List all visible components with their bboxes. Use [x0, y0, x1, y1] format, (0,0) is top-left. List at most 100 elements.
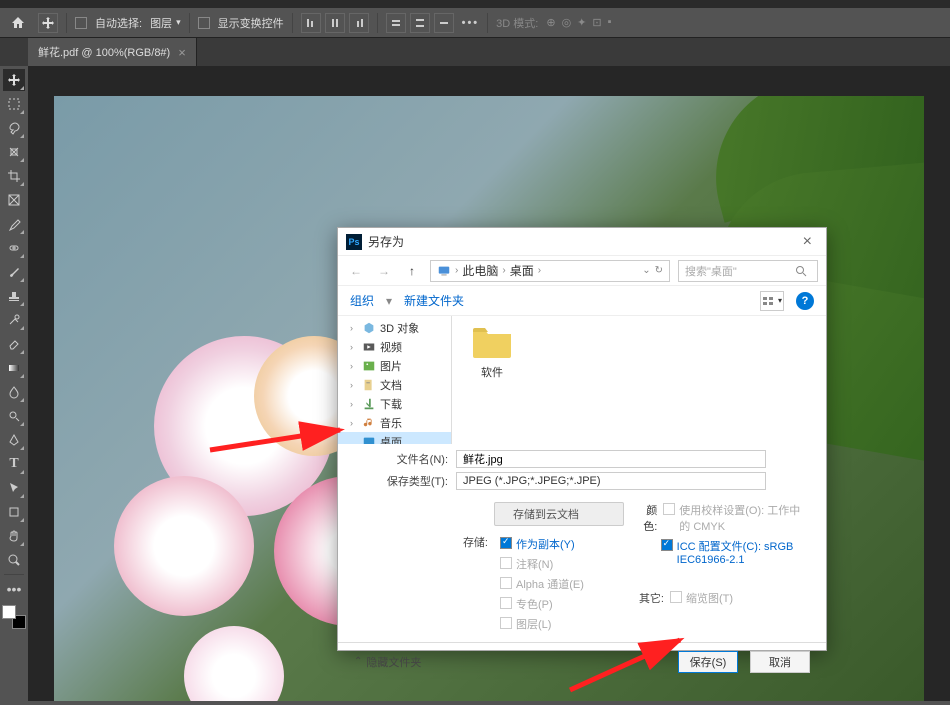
video-icon: [362, 340, 376, 354]
store-label: 存储:: [358, 534, 488, 550]
dialog-save-options: 存储: 存储到云文档 作为副本(Y) 注释(N) Alpha 通道(E) 专色(…: [338, 496, 826, 642]
layers-label: 图层(L): [516, 616, 551, 632]
eyedropper-tool[interactable]: [3, 213, 25, 235]
tree-item[interactable]: ›下载: [338, 394, 451, 413]
eraser-tool[interactable]: [3, 333, 25, 355]
tree-item[interactable]: ›音乐: [338, 413, 451, 432]
edit-toolbar-icon[interactable]: •••: [3, 578, 25, 600]
show-transform-checkbox[interactable]: [198, 17, 210, 29]
distribute-icon[interactable]: [410, 13, 430, 33]
more-options-icon[interactable]: •••: [462, 17, 480, 29]
tree-item[interactable]: 桌面: [338, 432, 451, 444]
as-copy-checkbox[interactable]: [500, 537, 512, 549]
menubar[interactable]: [0, 0, 950, 8]
save-button[interactable]: 保存(S): [678, 651, 738, 673]
cancel-button[interactable]: 取消: [750, 651, 810, 673]
folder-content[interactable]: 软件: [452, 316, 826, 444]
align-icon[interactable]: [301, 13, 321, 33]
hide-folders-button[interactable]: ⌃隐藏文件夹: [354, 654, 421, 670]
up-icon[interactable]: ↑: [402, 261, 422, 281]
forward-icon[interactable]: →: [374, 261, 394, 281]
document-tab[interactable]: 鲜花.pdf @ 100%(RGB/8#) ×: [28, 38, 197, 66]
proof-setup-label: 使用校样设置(O): 工作中的 CMYK: [679, 502, 806, 534]
distribute-icon[interactable]: [386, 13, 406, 33]
gradient-tool[interactable]: [3, 357, 25, 379]
lasso-tool[interactable]: [3, 117, 25, 139]
refresh-icon[interactable]: ↻: [655, 265, 663, 276]
auto-select-checkbox[interactable]: [75, 17, 87, 29]
photoshop-icon: Ps: [346, 234, 362, 250]
zoom-tool[interactable]: [3, 549, 25, 571]
close-icon[interactable]: ×: [797, 233, 818, 251]
breadcrumb-item[interactable]: 此电脑: [462, 262, 498, 279]
icc-profile-checkbox[interactable]: [661, 539, 673, 551]
icc-profile-label: ICC 配置文件(C): sRGB IEC61966-2.1: [677, 538, 806, 566]
align-icon[interactable]: [325, 13, 345, 33]
brush-tool[interactable]: [3, 261, 25, 283]
3d-icon: ◎: [562, 16, 572, 29]
music-icon: [362, 416, 376, 430]
filename-label: 文件名(N):: [358, 451, 448, 467]
folder-item[interactable]: 软件: [460, 324, 524, 380]
show-transform-label: 显示变换控件: [218, 15, 284, 31]
history-brush-tool[interactable]: [3, 309, 25, 331]
hand-tool[interactable]: [3, 525, 25, 547]
view-options-button[interactable]: ▾: [760, 291, 784, 311]
chevron-down-icon: ⌃: [354, 656, 362, 667]
breadcrumb[interactable]: › 此电脑 › 桌面 › ⌄ ↻: [430, 260, 670, 282]
path-selection-tool[interactable]: [3, 477, 25, 499]
tree-item[interactable]: ›图片: [338, 356, 451, 375]
dialog-navigation: ← → ↑ › 此电脑 › 桌面 › ⌄ ↻ 搜索"桌面": [338, 256, 826, 286]
organize-button[interactable]: 组织: [350, 292, 374, 309]
home-icon[interactable]: [6, 11, 30, 35]
foreground-color[interactable]: [2, 605, 16, 619]
back-icon[interactable]: ←: [346, 261, 366, 281]
3d-icon: ⊡: [592, 16, 601, 29]
help-icon[interactable]: ?: [796, 292, 814, 310]
downloads-icon: [362, 397, 376, 411]
auto-select-label: 自动选择:: [95, 15, 142, 31]
tree-item[interactable]: ›视频: [338, 337, 451, 356]
proof-setup-checkbox: [663, 503, 675, 515]
dialog-toolbar: 组织 ▾ 新建文件夹 ▾ ?: [338, 286, 826, 316]
blur-tool[interactable]: [3, 381, 25, 403]
stamp-tool[interactable]: [3, 285, 25, 307]
tree-item[interactable]: ›3D 对象: [338, 318, 451, 337]
cloud-save-button[interactable]: 存储到云文档: [494, 502, 624, 526]
filename-input[interactable]: [456, 450, 766, 468]
selection-tool[interactable]: [3, 141, 25, 163]
shape-tool[interactable]: [3, 501, 25, 523]
marquee-tool[interactable]: [3, 93, 25, 115]
tree-item[interactable]: ›文档: [338, 375, 451, 394]
pen-tool[interactable]: [3, 429, 25, 451]
alpha-checkbox: [500, 577, 512, 589]
type-tool[interactable]: T: [3, 453, 25, 475]
notes-checkbox: [500, 557, 512, 569]
dodge-tool[interactable]: [3, 405, 25, 427]
crop-tool[interactable]: [3, 165, 25, 187]
spot-color-checkbox: [500, 597, 512, 609]
folder-tree[interactable]: ›3D 对象 ›视频 ›图片 ›文档 ›下载 ›音乐 桌面: [338, 316, 452, 444]
new-folder-button[interactable]: 新建文件夹: [404, 292, 464, 309]
auto-select-dropdown[interactable]: 图层 ▾: [150, 15, 181, 31]
close-icon[interactable]: ×: [178, 45, 186, 60]
dialog-titlebar[interactable]: Ps 另存为 ×: [338, 228, 826, 256]
computer-icon: [437, 264, 451, 278]
document-tab-title: 鲜花.pdf @ 100%(RGB/8#): [38, 44, 170, 60]
search-input[interactable]: 搜索"桌面": [678, 260, 818, 282]
color-label: 颜色:: [636, 502, 657, 534]
3d-objects-icon: [362, 321, 376, 335]
frame-tool[interactable]: [3, 189, 25, 211]
chevron-down-icon[interactable]: ⌄: [642, 265, 650, 276]
foreground-background-colors[interactable]: [2, 605, 26, 629]
filetype-select[interactable]: JPEG (*.JPG;*.JPEG;*.JPE): [456, 472, 766, 490]
document-tab-bar: 鲜花.pdf @ 100%(RGB/8#) ×: [0, 38, 950, 66]
distribute-icon[interactable]: [434, 13, 454, 33]
folder-icon: [471, 324, 513, 360]
move-tool[interactable]: [3, 69, 25, 91]
breadcrumb-item[interactable]: 桌面: [510, 262, 534, 279]
tools-panel: T •••: [0, 66, 28, 633]
align-icon[interactable]: [349, 13, 369, 33]
notes-label: 注释(N): [516, 556, 553, 572]
healing-tool[interactable]: [3, 237, 25, 259]
